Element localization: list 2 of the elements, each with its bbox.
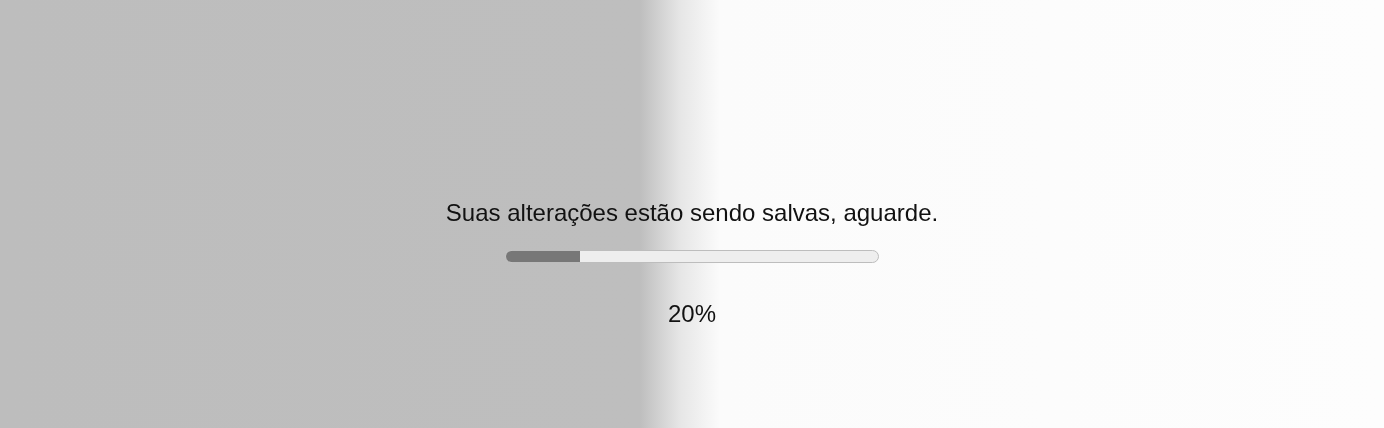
saving-message: Suas alterações estão sendo salvas, aguarde. [445,198,939,228]
progress-percent: 20% [667,299,716,329]
